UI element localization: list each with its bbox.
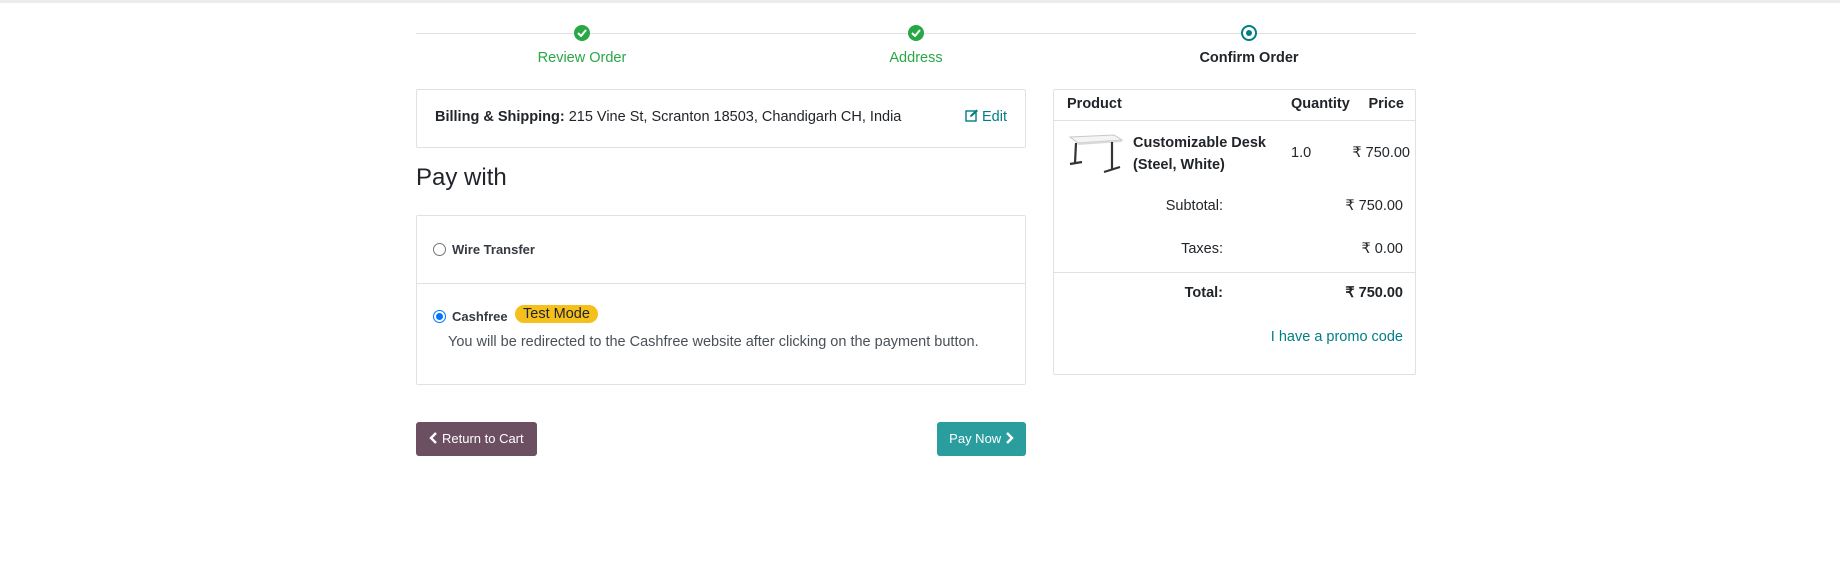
cashfree-radio[interactable] bbox=[433, 310, 446, 323]
pay-now-label: Pay Now bbox=[949, 431, 1002, 446]
subtotal-label: Subtotal: bbox=[1165, 198, 1223, 214]
edit-icon bbox=[965, 109, 978, 122]
edit-label: Edit bbox=[982, 109, 1007, 125]
wizard-step-address[interactable]: Address bbox=[786, 24, 1046, 66]
wizard-step-review-order[interactable]: Review Order bbox=[452, 24, 712, 66]
subtotal-value: ₹ 750.00 bbox=[1345, 198, 1403, 214]
taxes-value: ₹ 0.00 bbox=[1361, 241, 1403, 257]
payment-method-name: Wire Transfer bbox=[452, 242, 535, 257]
order-summary: Product Quantity Price Customizable Desk… bbox=[1053, 89, 1416, 375]
summary-header: Product Quantity Price bbox=[1054, 90, 1415, 121]
price-column-header: Price bbox=[1368, 96, 1404, 112]
wizard-step-confirm-order: Confirm Order bbox=[1119, 24, 1379, 66]
taxes-label: Taxes: bbox=[1181, 241, 1223, 257]
billing-shipping-text: Billing & Shipping: 215 Vine St, Scranto… bbox=[435, 109, 901, 125]
billing-shipping-label: Billing & Shipping: bbox=[435, 109, 565, 125]
total-value: ₹ 750.00 bbox=[1345, 285, 1403, 301]
chevron-left-icon bbox=[429, 432, 438, 444]
pay-now-button[interactable]: Pay Now bbox=[937, 422, 1026, 456]
total-label: Total: bbox=[1184, 285, 1223, 301]
test-mode-badge: Test Mode bbox=[515, 305, 598, 323]
product-name: Customizable Desk (Steel, White) bbox=[1133, 135, 1266, 173]
return-to-cart-button[interactable]: Return to Cart bbox=[416, 422, 537, 456]
product-quantity: 1.0 bbox=[1291, 145, 1312, 161]
quantity-column-header: Quantity bbox=[1291, 96, 1350, 112]
payment-method-description: You will be redirected to the Cashfree w… bbox=[448, 334, 979, 350]
return-to-cart-label: Return to Cart bbox=[441, 431, 524, 446]
checkout-progress-wizard: Review Order Address Confirm Order bbox=[416, 24, 1416, 74]
wire-transfer-radio[interactable] bbox=[433, 243, 446, 256]
billing-address: 215 Vine St, Scranton 18503, Chandigarh … bbox=[568, 109, 902, 125]
summary-divider bbox=[1054, 272, 1415, 273]
top-border bbox=[0, 0, 1840, 3]
edit-address-link[interactable]: Edit bbox=[965, 109, 1007, 125]
wizard-step-label: Address bbox=[889, 50, 943, 66]
payment-method-name: Cashfree bbox=[452, 309, 508, 324]
wizard-step-label: Confirm Order bbox=[1199, 50, 1299, 66]
wizard-step-label: Review Order bbox=[537, 50, 627, 66]
product-column-header: Product bbox=[1067, 96, 1122, 112]
payment-methods-card: Wire Transfer Cashfree Test Mode You wil… bbox=[416, 215, 1026, 385]
promo-code-link[interactable]: I have a promo code bbox=[1271, 329, 1403, 345]
current-step-dot-icon bbox=[1241, 25, 1257, 41]
check-circle-icon bbox=[908, 25, 924, 41]
chevron-right-icon bbox=[1005, 432, 1014, 444]
pay-with-heading: Pay with bbox=[416, 164, 507, 191]
product-price: ₹ 750.00 bbox=[1352, 145, 1410, 161]
check-circle-icon bbox=[574, 25, 590, 41]
payment-method-wire-transfer[interactable]: Wire Transfer bbox=[417, 216, 1025, 284]
billing-shipping-card: Billing & Shipping: 215 Vine St, Scranto… bbox=[416, 89, 1026, 148]
product-image bbox=[1068, 133, 1124, 175]
